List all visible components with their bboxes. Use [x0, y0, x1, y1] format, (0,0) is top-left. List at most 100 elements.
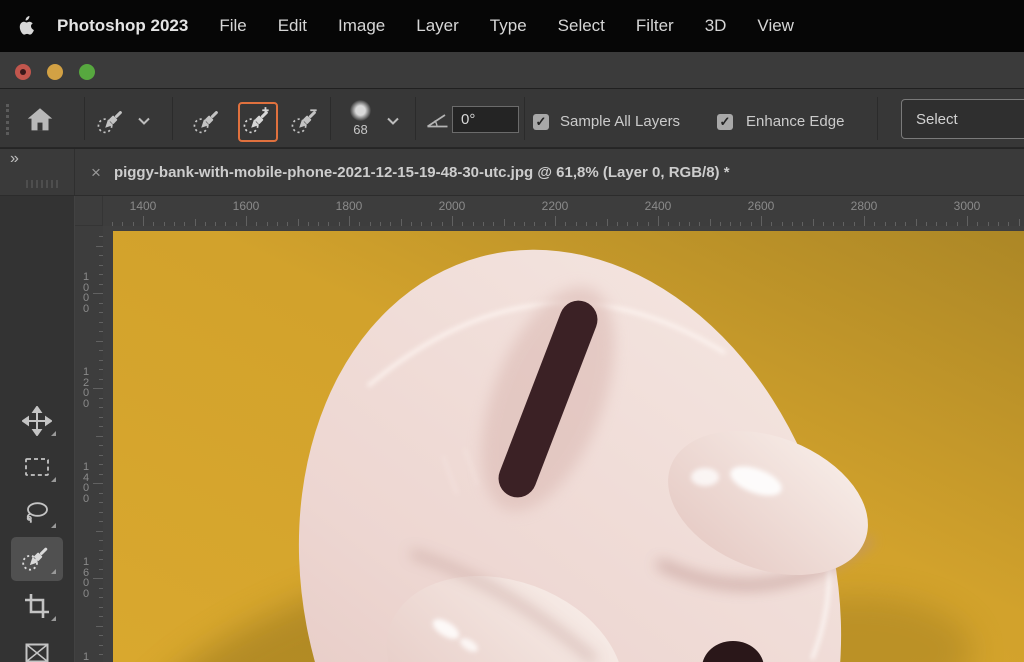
minimize-window-button[interactable] — [47, 64, 63, 80]
close-window-dot — [20, 69, 26, 75]
options-bar: 68 ✓ Sample All Layers ✓ Enhance Edge Se… — [0, 88, 1024, 148]
ruler-tick — [967, 216, 968, 226]
chevron-down-icon — [386, 116, 400, 126]
tool-frame[interactable] — [11, 631, 63, 662]
add-to-selection-icon — [242, 106, 274, 138]
ruler-label: 2400 — [645, 199, 672, 213]
menu-image[interactable]: Image — [338, 16, 385, 36]
tool-preset-chevron[interactable] — [137, 116, 151, 126]
tool-crop[interactable] — [11, 584, 63, 628]
lasso-tool-icon — [22, 498, 52, 528]
menu-view[interactable]: View — [757, 16, 794, 36]
divider — [877, 97, 878, 140]
apple-menu[interactable] — [17, 16, 34, 36]
tool-move[interactable] — [11, 399, 63, 443]
chevron-down-icon — [137, 116, 151, 126]
add-to-selection-mode-button[interactable] — [238, 102, 278, 142]
ruler-tick — [813, 219, 814, 226]
menu-file[interactable]: File — [219, 16, 246, 36]
home-button[interactable] — [25, 105, 55, 135]
ruler-tick — [96, 436, 103, 437]
brush-size-value: 68 — [350, 122, 371, 137]
ruler-tick — [349, 216, 350, 226]
close-window-button[interactable] — [15, 64, 31, 80]
menu-3d[interactable]: 3D — [705, 16, 727, 36]
titlebar — [0, 52, 1024, 88]
ruler-tick — [864, 216, 865, 226]
ruler-tick — [761, 216, 762, 226]
tool-rectangular-marquee[interactable] — [11, 445, 63, 489]
apple-icon — [17, 16, 34, 36]
ruler-label: 1 2 0 0 — [75, 367, 97, 409]
right-ear-glint-2 — [691, 468, 719, 486]
frame-tool-icon — [22, 638, 52, 662]
menu-select[interactable]: Select — [558, 16, 605, 36]
move-tool-icon — [22, 406, 52, 436]
enhance-edge-checkbox[interactable]: ✓ — [717, 114, 733, 130]
divider — [330, 97, 331, 140]
zoom-window-button[interactable] — [79, 64, 95, 80]
ruler-tick — [246, 216, 247, 226]
ruler-tick — [916, 219, 917, 226]
subtract-from-selection-icon — [290, 106, 322, 138]
ruler-label: 1 0 0 0 — [75, 272, 97, 314]
ruler-label: 2600 — [748, 199, 775, 213]
enhance-edge-label: Enhance Edge — [746, 113, 844, 130]
ruler-tick — [710, 219, 711, 226]
divider — [415, 97, 416, 140]
ruler-label: 1 4 0 0 — [75, 462, 97, 504]
document-tab[interactable]: × piggy-bank-with-mobile-phone-2021-12-1… — [76, 149, 1024, 195]
ruler-label: 1 6 0 0 — [75, 557, 97, 599]
ruler-tick — [195, 219, 196, 226]
brush-preview-dot — [350, 100, 371, 121]
ruler-label: 1 8 0 0 — [75, 652, 97, 662]
ruler-tick — [298, 219, 299, 226]
menu-edit[interactable]: Edit — [278, 16, 307, 36]
menubar: Photoshop 2023 File Edit Image Layer Typ… — [0, 0, 1024, 52]
ruler-label: 1800 — [336, 199, 363, 213]
ruler-label: 1400 — [130, 199, 157, 213]
vertical-ruler[interactable]: 1 0 0 0 1 2 0 0 1 4 0 0 1 6 0 0 1 8 0 0 — [75, 226, 103, 662]
collapse-tools-button[interactable]: » — [10, 150, 19, 168]
tool-lasso[interactable] — [11, 491, 63, 535]
divider — [84, 97, 85, 140]
ruler-corner — [75, 196, 103, 226]
ruler-tick — [96, 626, 103, 627]
tool-preset-button[interactable] — [96, 106, 128, 138]
document-canvas[interactable] — [113, 231, 1024, 662]
toolbar — [0, 196, 75, 662]
ruler-label: 1600 — [233, 199, 260, 213]
marquee-tool-icon — [22, 452, 52, 482]
select-and-mask-button[interactable]: Select — [901, 99, 1024, 139]
horizontal-ruler[interactable]: 140016001800200022002400260028003000 — [75, 196, 1024, 226]
angle-input[interactable] — [452, 106, 519, 133]
angle-icon — [426, 113, 449, 128]
ruler-tick — [607, 219, 608, 226]
brush-size-chevron[interactable] — [386, 116, 400, 126]
sample-all-layers-checkbox[interactable]: ✓ — [533, 114, 549, 130]
ruler-tick — [658, 216, 659, 226]
new-selection-mode-button[interactable] — [188, 102, 228, 142]
flyout-indicator — [51, 616, 56, 621]
menu-layer[interactable]: Layer — [416, 16, 459, 36]
menu-type[interactable]: Type — [490, 16, 527, 36]
ruler-tick — [96, 531, 103, 532]
flyout-indicator — [51, 523, 56, 528]
divider — [524, 97, 525, 140]
divider — [172, 97, 173, 140]
ruler-label: 2200 — [542, 199, 569, 213]
brush-size-picker[interactable]: 68 — [350, 100, 371, 137]
tool-selection-brush[interactable] — [11, 537, 63, 581]
subtract-from-selection-mode-button[interactable] — [286, 102, 326, 142]
ruler-tick — [96, 341, 103, 342]
ruler-tick — [452, 216, 453, 226]
flyout-indicator — [51, 569, 56, 574]
options-bar-grip[interactable] — [6, 104, 12, 135]
menu-filter[interactable]: Filter — [636, 16, 674, 36]
flyout-indicator — [51, 431, 56, 436]
tools-panel-header: » — [0, 149, 75, 195]
tools-panel-grip[interactable] — [26, 180, 58, 188]
menu-app-name[interactable]: Photoshop 2023 — [57, 16, 188, 36]
tab-close-icon[interactable]: × — [91, 164, 101, 181]
flyout-indicator — [51, 477, 56, 482]
